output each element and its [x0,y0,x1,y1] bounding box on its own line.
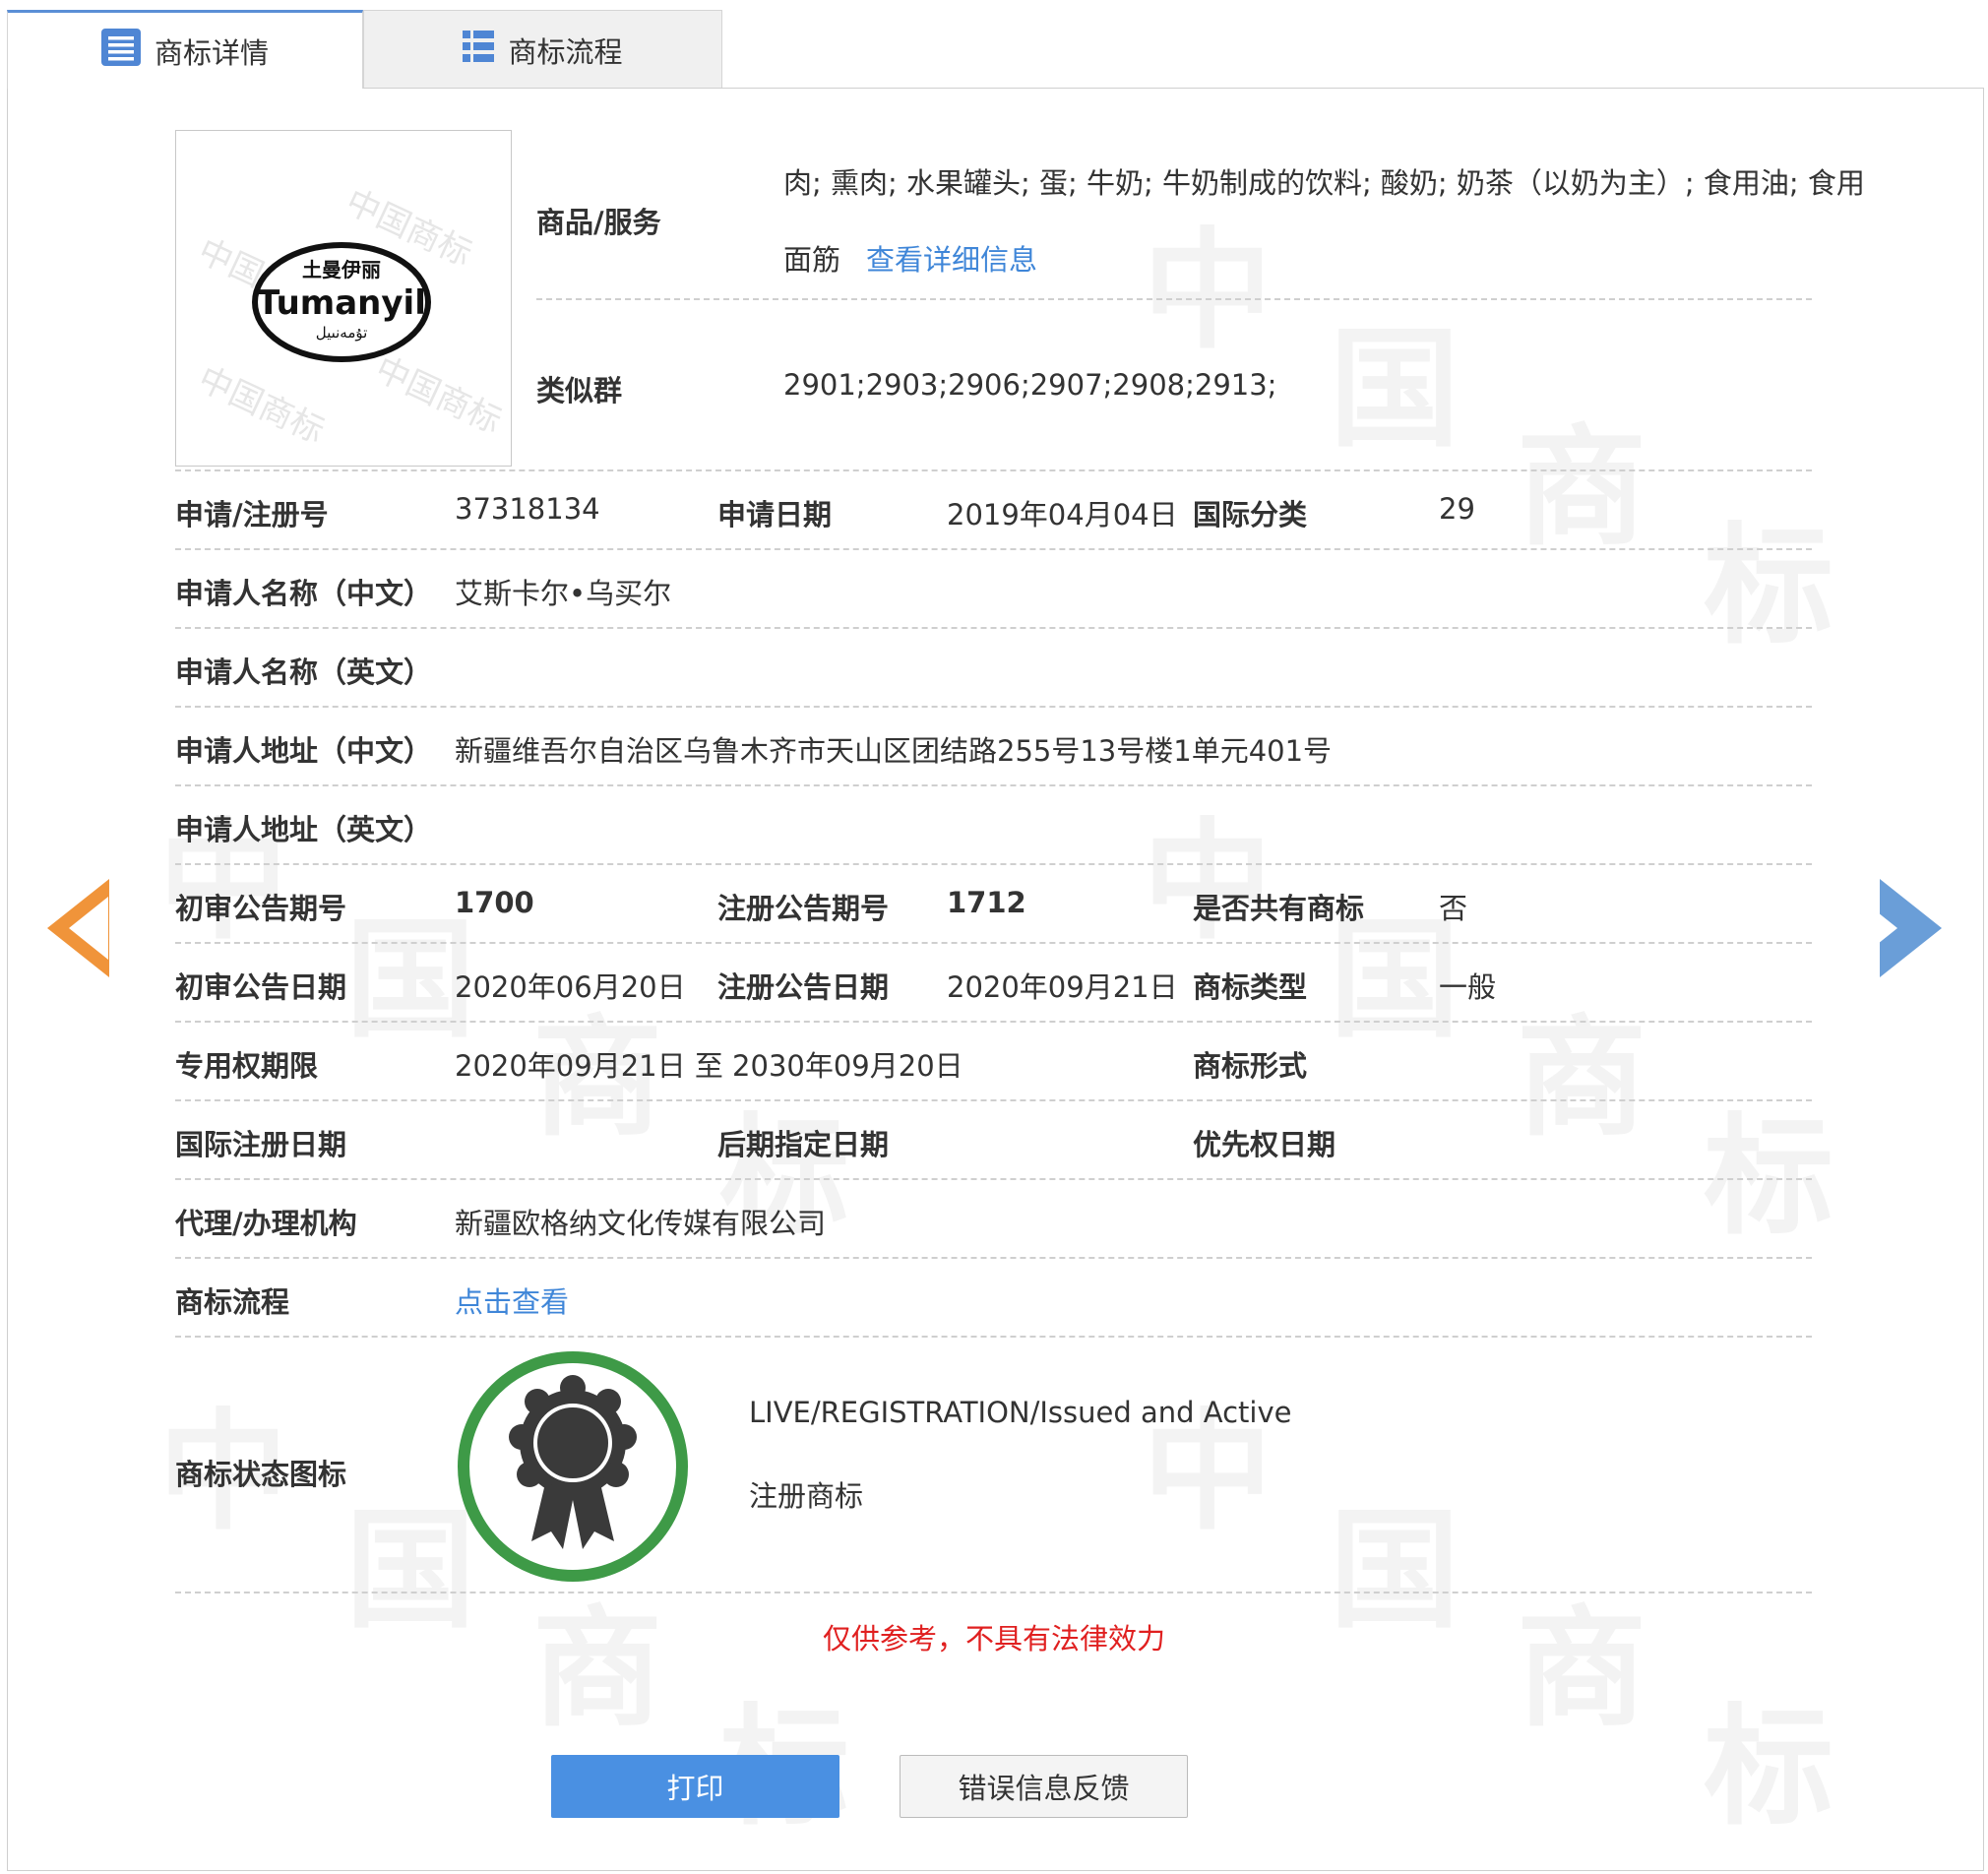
divider [175,469,1812,471]
address-cn-label: 申请人地址（中文） [175,734,433,768]
later-date-label: 后期指定日期 [717,1128,890,1161]
apply-date-value: 2019年04月04日 [947,498,1178,531]
tab-trademark-detail[interactable]: 商标详情 [7,10,363,89]
tm-type-value: 一般 [1439,970,1497,1004]
previous-arrow-icon[interactable] [47,879,109,977]
reg-no-value: 37318134 [455,492,600,526]
intl-class-label: 国际分类 [1193,498,1308,531]
logo-latin-text: Tumanyil [257,283,426,323]
next-arrow-icon[interactable] [1858,879,1942,977]
intl-reg-date-label: 国际注册日期 [175,1128,347,1161]
reg-pub-no-label: 注册公告期号 [717,892,890,925]
disclaimer-notice: 仅供参考，不具有法律效力 [822,1622,1165,1655]
tab-label: 商标详情 [154,35,269,70]
exclusive-value: 2020年09月21日 至 2030年09月20日 [455,1049,963,1083]
logo-script-text: تۇمەنىيل [316,324,368,342]
divider [175,548,1812,550]
divider [175,1257,1812,1259]
registered-badge-icon [455,1348,691,1585]
error-feedback-button[interactable]: 错误信息反馈 [900,1755,1188,1818]
goods-detail-link[interactable]: 查看详细信息 [866,237,1037,279]
watermark-char: 国 [1330,325,1460,455]
reg-pub-no-value: 1712 [947,886,1026,919]
priority-date-label: 优先权日期 [1193,1128,1336,1161]
tab-bar: 商标详情 商标流程 [7,10,1985,89]
intl-class-value: 29 [1439,492,1475,526]
address-en-label: 申请人地址（英文） [175,813,433,846]
tab-trademark-process[interactable]: 商标流程 [363,10,722,89]
goods-value-line2: 面筋 [783,243,841,277]
divider [175,1099,1812,1101]
shared-label: 是否共有商标 [1193,892,1365,925]
reg-pub-date-label: 注册公告日期 [717,970,890,1004]
logo-watermark-text: 中国商标 [192,359,330,452]
goods-label: 商品/服务 [536,206,661,239]
watermark-char: 中 [1143,817,1273,947]
shared-value: 否 [1439,892,1468,925]
tm-form-label: 商标形式 [1193,1049,1308,1083]
status-text-en: LIVE/REGISTRATION/Issued and Active [749,1396,1292,1429]
divider [175,627,1812,629]
exclusive-label: 专用权期限 [175,1049,319,1083]
status-text-cn: 注册商标 [749,1479,864,1513]
divider [175,942,1812,944]
status-label: 商标状态图标 [175,1458,347,1491]
reg-pub-date-value: 2020年09月21日 [947,970,1178,1004]
prelim-no-label: 初审公告期号 [175,892,347,925]
process-link[interactable]: 点击查看 [455,1280,569,1321]
watermark-char: 中 [1143,226,1273,356]
tab-label: 商标流程 [508,34,623,69]
divider [175,706,1812,708]
logo-watermark-text: 中国商标 [369,349,507,442]
watermark-char: 商 [1517,423,1646,553]
list-icon [100,29,141,73]
similar-group-value: 2901;2903;2906;2907;2908;2913; [783,368,1277,402]
watermark-char: 商 [1517,1014,1646,1144]
logo-chinese-text: 土曼伊丽 [302,258,381,281]
prelim-no-value: 1700 [455,886,534,919]
watermark-char: 标 [1704,522,1833,652]
applicant-cn-value: 艾斯卡尔•乌买尔 [455,577,672,610]
divider [175,863,1812,865]
divider [175,784,1812,786]
divider [536,298,1812,300]
agent-label: 代理/办理机构 [175,1207,357,1240]
applicant-cn-label: 申请人名称（中文） [175,577,433,610]
goods-value-line1: 肉; 熏肉; 水果罐头; 蛋; 牛奶; 牛奶制成的饮料; 酸奶; 奶茶（以奶为主… [783,166,1865,200]
process-label: 商标流程 [175,1285,290,1319]
agent-value: 新疆欧格纳文化传媒有限公司 [455,1207,827,1240]
trademark-image: 中国商标 中国商标 中国商标 中国商标 土曼伊丽 Tumanyil تۇمەنى… [175,130,512,467]
prelim-date-label: 初审公告日期 [175,970,347,1004]
divider [175,1336,1812,1338]
divider [175,1178,1812,1180]
grid-list-icon [463,31,495,69]
tm-type-label: 商标类型 [1193,970,1308,1004]
applicant-en-label: 申请人名称（英文） [175,656,433,689]
watermark-char: 标 [1704,1112,1833,1242]
apply-date-label: 申请日期 [717,498,833,531]
prelim-date-value: 2020年06月20日 [455,970,686,1004]
print-button[interactable]: 打印 [551,1755,839,1818]
address-cn-value: 新疆维吾尔自治区乌鲁木齐市天山区团结路255号13号楼1单元401号 [455,734,1333,768]
similar-group-label: 类似群 [536,374,623,407]
watermark-char: 标 [1704,1703,1833,1833]
divider [175,1021,1812,1023]
reg-no-label: 申请/注册号 [175,498,329,531]
divider [175,1592,1812,1593]
